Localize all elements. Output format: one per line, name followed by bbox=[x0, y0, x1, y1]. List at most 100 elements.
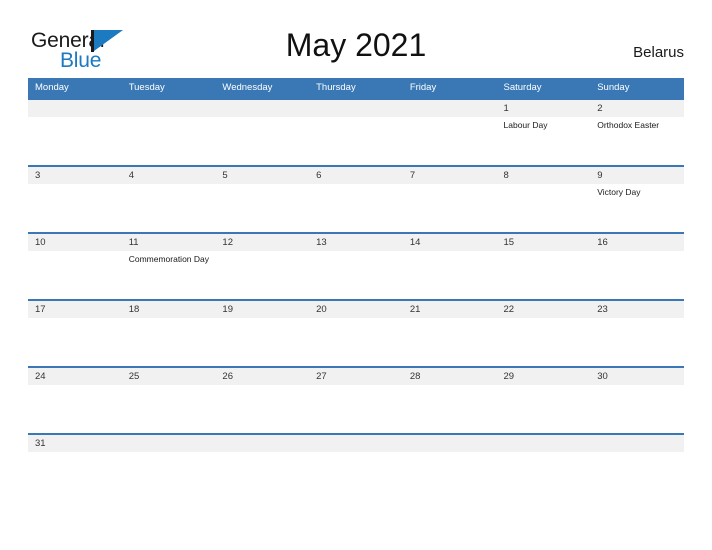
day-event-9[interactable]: Victory Day bbox=[590, 184, 684, 232]
day-event-empty bbox=[28, 385, 122, 433]
day-number-27[interactable]: 27 bbox=[309, 368, 403, 385]
day-number-empty bbox=[215, 435, 309, 452]
day-number-9[interactable]: 9 bbox=[590, 167, 684, 184]
day-event-empty bbox=[309, 385, 403, 433]
weekday-header-wednesday: Wednesday bbox=[222, 82, 273, 93]
day-number-29[interactable]: 29 bbox=[497, 368, 591, 385]
day-number-31[interactable]: 31 bbox=[28, 435, 122, 452]
day-number-30[interactable]: 30 bbox=[590, 368, 684, 385]
day-event-band: Commemoration Day bbox=[28, 251, 684, 299]
day-event-empty bbox=[122, 117, 216, 165]
day-event-empty bbox=[28, 251, 122, 299]
day-number-empty bbox=[590, 435, 684, 452]
weekday-header-monday: Monday bbox=[35, 82, 69, 93]
day-event-empty bbox=[122, 318, 216, 366]
calendar-week-row: 24 25 26 27 28 29 30 bbox=[28, 366, 684, 433]
day-number-band: 12 bbox=[28, 100, 684, 117]
day-number-empty bbox=[309, 100, 403, 117]
day-number-25[interactable]: 25 bbox=[122, 368, 216, 385]
day-event-empty bbox=[122, 385, 216, 433]
day-number-empty bbox=[497, 435, 591, 452]
day-event-band: Labour Day Orthodox Easter bbox=[28, 117, 684, 165]
day-event-empty bbox=[309, 318, 403, 366]
calendar-week-row: 1 2 Labour Day Orthodox Easter bbox=[28, 98, 684, 165]
day-number-16[interactable]: 16 bbox=[590, 234, 684, 251]
day-event-empty bbox=[309, 184, 403, 232]
day-event-band: Victory Day bbox=[28, 184, 684, 232]
day-event-empty bbox=[590, 318, 684, 366]
day-event-empty bbox=[403, 184, 497, 232]
day-event-empty bbox=[403, 251, 497, 299]
day-number-empty bbox=[403, 100, 497, 117]
day-number-5[interactable]: 5 bbox=[215, 167, 309, 184]
day-number-24[interactable]: 24 bbox=[28, 368, 122, 385]
calendar-week-row: 17 18 19 20 21 22 23 bbox=[28, 299, 684, 366]
day-number-28[interactable]: 28 bbox=[403, 368, 497, 385]
page-title: May 2021 bbox=[285, 27, 427, 63]
weekday-header-tuesday: Tuesday bbox=[128, 82, 165, 93]
day-event-empty bbox=[28, 318, 122, 366]
day-number-8[interactable]: 8 bbox=[497, 167, 591, 184]
day-event-empty bbox=[497, 318, 591, 366]
day-number-empty bbox=[309, 435, 403, 452]
day-number-4[interactable]: 4 bbox=[122, 167, 216, 184]
day-number-22[interactable]: 22 bbox=[497, 301, 591, 318]
day-event-empty bbox=[215, 385, 309, 433]
calendar-weeks: 1 2 Labour Day Orthodox Easter 3 4 5 6 7 8 9 Victor… bbox=[28, 98, 684, 455]
day-number-15[interactable]: 15 bbox=[497, 234, 591, 251]
day-event-11[interactable]: Commemoration Day bbox=[122, 251, 216, 299]
day-event-empty bbox=[403, 318, 497, 366]
day-number-17[interactable]: 17 bbox=[28, 301, 122, 318]
day-number-empty bbox=[215, 100, 309, 117]
day-number-13[interactable]: 13 bbox=[309, 234, 403, 251]
day-event-empty bbox=[497, 385, 591, 433]
day-event-empty bbox=[215, 184, 309, 232]
day-number-12[interactable]: 12 bbox=[215, 234, 309, 251]
day-event-empty bbox=[590, 385, 684, 433]
day-event-empty bbox=[497, 184, 591, 232]
day-number-band: 3456789 bbox=[28, 167, 684, 184]
day-event-empty bbox=[309, 117, 403, 165]
day-event-empty bbox=[590, 251, 684, 299]
weekday-header-saturday: Saturday bbox=[503, 82, 542, 93]
day-number-23[interactable]: 23 bbox=[590, 301, 684, 318]
weekday-header-thursday: Thursday bbox=[316, 82, 356, 93]
day-event-empty bbox=[28, 184, 122, 232]
day-number-20[interactable]: 20 bbox=[309, 301, 403, 318]
weekday-header-friday: Friday bbox=[409, 82, 437, 93]
day-number-14[interactable]: 14 bbox=[403, 234, 497, 251]
country-label: Belarus bbox=[633, 44, 684, 61]
day-number-band: 17 18 19 20 21 22 23 bbox=[28, 301, 684, 318]
day-event-empty bbox=[403, 117, 497, 165]
day-number-2[interactable]: 2 bbox=[590, 100, 684, 117]
day-number-3[interactable]: 3 bbox=[28, 167, 122, 184]
day-event-empty bbox=[215, 251, 309, 299]
calendar-week-row: 31 bbox=[28, 433, 684, 455]
day-number-empty bbox=[403, 435, 497, 452]
day-number-1[interactable]: 1 bbox=[497, 100, 591, 117]
day-event-empty bbox=[215, 318, 309, 366]
day-event-empty bbox=[28, 117, 122, 165]
day-number-6[interactable]: 6 bbox=[309, 167, 403, 184]
day-event-empty bbox=[215, 117, 309, 165]
page-header: General Blue May 2021 Belarus bbox=[0, 0, 712, 78]
day-event-empty bbox=[122, 184, 216, 232]
day-number-21[interactable]: 21 bbox=[403, 301, 497, 318]
day-number-band: 10 11 12 13 14 15 16 bbox=[28, 234, 684, 251]
calendar-grid: Monday Tuesday Wednesday Thursday Friday Satu… bbox=[28, 78, 684, 455]
day-number-band: 24 25 26 27 28 29 30 bbox=[28, 368, 684, 385]
day-number-19[interactable]: 19 bbox=[215, 301, 309, 318]
day-event-1[interactable]: Labour Day bbox=[497, 117, 591, 165]
day-number-empty bbox=[122, 100, 216, 117]
day-number-empty bbox=[28, 100, 122, 117]
day-number-18[interactable]: 18 bbox=[122, 301, 216, 318]
day-number-band: 31 bbox=[28, 435, 684, 452]
day-number-26[interactable]: 26 bbox=[215, 368, 309, 385]
day-number-7[interactable]: 7 bbox=[403, 167, 497, 184]
day-event-2[interactable]: Orthodox Easter bbox=[590, 117, 684, 165]
day-number-10[interactable]: 10 bbox=[28, 234, 122, 251]
day-number-empty bbox=[122, 435, 216, 452]
weekday-header-row: Monday Tuesday Wednesday Thursday Friday Satu… bbox=[28, 78, 684, 98]
day-event-empty bbox=[403, 385, 497, 433]
day-number-11[interactable]: 11 bbox=[122, 234, 216, 251]
